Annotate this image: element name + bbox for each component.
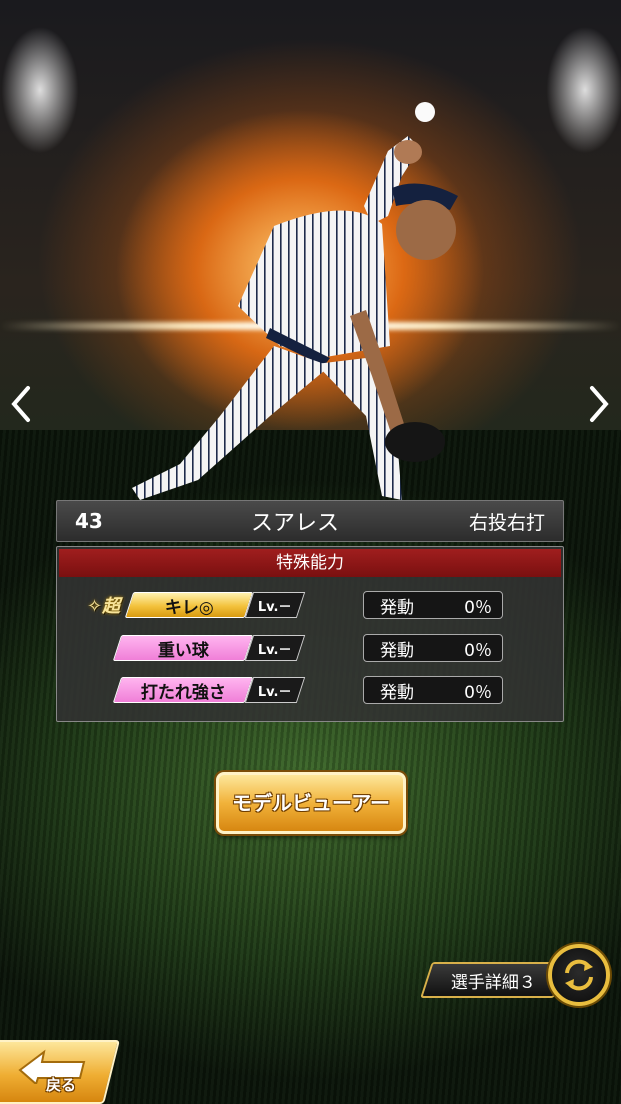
- player-image: [132, 102, 458, 500]
- ability-row[interactable]: 打たれ強さ Lv.－ 発動 0％: [57, 675, 563, 705]
- player-detail-label: 選手詳細３: [450, 972, 536, 993]
- player-name: スアレス: [250, 511, 339, 536]
- next-player-button[interactable]: [584, 384, 614, 424]
- chevron-left-icon: [11, 386, 30, 422]
- ability-panel-header: 特殊能力: [59, 549, 561, 577]
- ability-row[interactable]: 重い球 Lv.－ 発動 0％: [57, 633, 563, 663]
- special-ability-panel: 特殊能力 ✧超 キレ◎ Lv.－ 発動 0％ 重い球 Lv.－ 発動 0％ 打た…: [56, 546, 564, 722]
- player-detail-tab[interactable]: 選手詳細３: [420, 962, 566, 998]
- player-name-bar: 43 スアレス 右投右打: [56, 500, 564, 542]
- trigger-value: 0％: [464, 682, 492, 703]
- ability-name: 重い球: [157, 640, 209, 661]
- prev-player-button[interactable]: [6, 384, 36, 424]
- ability-chip: キレ◎: [124, 592, 254, 618]
- ability-row[interactable]: ✧超 キレ◎ Lv.－ 発動 0％: [57, 590, 563, 620]
- player-number: 43: [75, 509, 103, 533]
- trigger-label: 発動: [380, 682, 414, 703]
- ability-name: 打たれ強さ: [140, 682, 226, 703]
- ability-level: Lv.－: [244, 677, 306, 703]
- ability-name: キレ◎: [164, 597, 214, 618]
- ability-level: Lv.－: [244, 592, 306, 618]
- ability-chip: 打たれ強さ: [112, 677, 254, 703]
- trigger-rate: 発動 0％: [363, 634, 503, 662]
- trigger-value: 0％: [464, 640, 492, 661]
- swap-button[interactable]: [548, 944, 610, 1006]
- trigger-value: 0％: [464, 597, 492, 618]
- model-viewer-button[interactable]: モデルビューアー: [216, 772, 406, 834]
- chevron-right-icon: [590, 386, 609, 422]
- trigger-rate: 発動 0％: [363, 591, 503, 619]
- player-handedness: 右投右打: [468, 511, 545, 534]
- ability-chip: 重い球: [112, 635, 254, 661]
- trigger-label: 発動: [380, 640, 414, 661]
- trigger-rate: 発動 0％: [363, 676, 503, 704]
- swap-icon: [565, 959, 593, 991]
- back-label: 戻る: [46, 1076, 77, 1094]
- trigger-label: 発動: [380, 597, 414, 618]
- ability-level: Lv.－: [244, 635, 306, 661]
